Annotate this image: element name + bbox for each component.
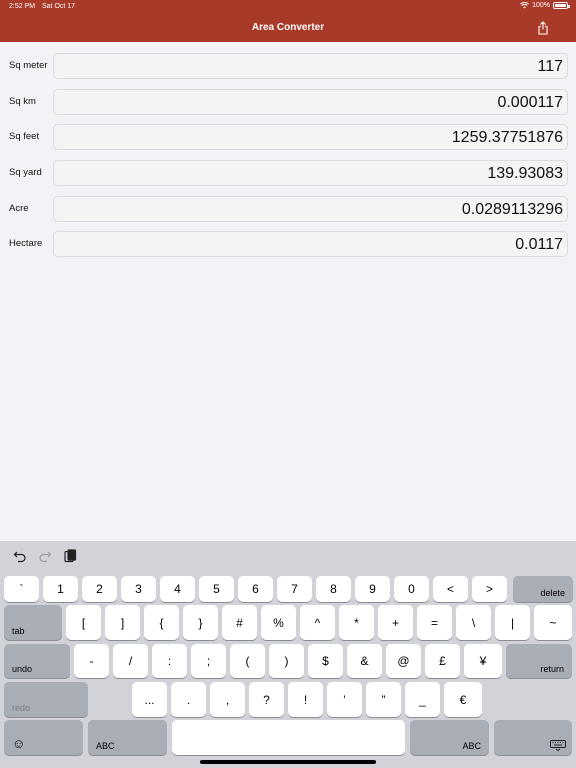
key-pound[interactable]: £: [425, 644, 460, 678]
redo-icon[interactable]: [38, 549, 52, 563]
key-4[interactable]: 4: [160, 576, 195, 602]
row-label: Sq km: [9, 96, 36, 107]
key-caret[interactable]: ^: [300, 605, 335, 640]
key-question[interactable]: ?: [249, 682, 284, 717]
key-close-paren[interactable]: ): [269, 644, 304, 678]
paste-icon[interactable]: [63, 549, 77, 563]
key-tilde[interactable]: ~: [534, 605, 572, 640]
key-close-bracket[interactable]: ]: [105, 605, 140, 640]
key-0[interactable]: 0: [394, 576, 429, 602]
row-label: Sq feet: [9, 131, 40, 142]
key-3[interactable]: 3: [121, 576, 156, 602]
battery-percent: 100%: [532, 2, 550, 9]
row-label: Sq yard: [9, 167, 42, 178]
wifi-icon: [520, 2, 530, 9]
on-screen-keyboard: ` 1 2 3 4 5 6 7 8 9 0 < > delete tab [ ]…: [0, 541, 576, 768]
key-backtick[interactable]: `: [4, 576, 39, 602]
status-bar: 2:52 PM Sat Oct 17 100%: [0, 0, 576, 14]
key-hyphen[interactable]: -: [74, 644, 109, 678]
row-label: Acre: [9, 203, 29, 214]
key-5[interactable]: 5: [199, 576, 234, 602]
key-underscore[interactable]: _: [405, 682, 440, 717]
sq-feet-field[interactable]: 1259.37751876: [53, 124, 568, 150]
key-open-bracket[interactable]: [: [66, 605, 101, 640]
key-colon[interactable]: :: [152, 644, 187, 678]
emoji-key[interactable]: ☺: [4, 720, 83, 755]
page-title: Area Converter: [251, 22, 325, 33]
key-slash[interactable]: /: [113, 644, 148, 678]
key-open-paren[interactable]: (: [230, 644, 265, 678]
row-sq-yard: Sq yard 139.93083: [0, 159, 576, 187]
row-hectare: Hectare 0.0117: [0, 230, 576, 258]
delete-key[interactable]: delete: [513, 576, 573, 602]
key-comma[interactable]: ,: [210, 682, 245, 717]
key-asterisk[interactable]: *: [339, 605, 374, 640]
keyboard-dismiss-icon: [550, 740, 566, 751]
key-euro[interactable]: €: [444, 682, 482, 717]
battery-icon: [553, 2, 570, 9]
key-period[interactable]: .: [171, 682, 206, 717]
tab-key[interactable]: tab: [4, 605, 62, 640]
key-at[interactable]: @: [386, 644, 421, 678]
sq-km-field[interactable]: 0.000117: [53, 89, 568, 115]
abc-key-right[interactable]: ABC: [410, 720, 489, 755]
key-semicolon[interactable]: ;: [191, 644, 226, 678]
key-7[interactable]: 7: [277, 576, 312, 602]
key-exclamation[interactable]: !: [288, 682, 323, 717]
status-date: Sat Oct 17: [42, 3, 76, 10]
share-icon[interactable]: [537, 21, 549, 35]
key-percent[interactable]: %: [261, 605, 296, 640]
abc-key-left[interactable]: ABC: [88, 720, 167, 755]
row-sq-km: Sq km 0.000117: [0, 88, 576, 116]
space-bar[interactable]: [172, 720, 405, 755]
home-indicator: [200, 760, 376, 764]
key-close-brace[interactable]: }: [183, 605, 218, 640]
key-ampersand[interactable]: &: [347, 644, 382, 678]
key-quote[interactable]: ”: [366, 682, 401, 717]
key-less-than[interactable]: <: [433, 576, 468, 602]
key-6[interactable]: 6: [238, 576, 273, 602]
key-1[interactable]: 1: [43, 576, 78, 602]
redo-key[interactable]: redo: [4, 682, 88, 717]
sq-meter-field[interactable]: 117: [53, 53, 568, 79]
row-acre: Acre 0.0289113296: [0, 195, 576, 223]
hectare-field[interactable]: 0.0117: [53, 231, 568, 257]
key-9[interactable]: 9: [355, 576, 390, 602]
status-right: 100%: [520, 2, 570, 9]
key-open-brace[interactable]: {: [144, 605, 179, 640]
row-sq-feet: Sq feet 1259.37751876: [0, 123, 576, 151]
acre-field[interactable]: 0.0289113296: [53, 196, 568, 222]
key-greater-than[interactable]: >: [472, 576, 507, 602]
row-sq-meter: Sq meter 117: [0, 52, 576, 80]
navigation-bar: 2:52 PM Sat Oct 17 100% Area Converter: [0, 0, 576, 42]
keyboard-shortcut-bar: [0, 541, 576, 573]
row-label: Hectare: [9, 238, 43, 249]
key-8[interactable]: 8: [316, 576, 351, 602]
key-2[interactable]: 2: [82, 576, 117, 602]
key-hash[interactable]: #: [222, 605, 257, 640]
row-label: Sq meter: [9, 60, 48, 71]
undo-icon[interactable]: [13, 549, 27, 563]
key-backslash[interactable]: \: [456, 605, 491, 640]
key-equals[interactable]: =: [417, 605, 452, 640]
sq-yard-field[interactable]: 139.93083: [53, 160, 568, 186]
return-key[interactable]: return: [506, 644, 572, 678]
hide-keyboard-key[interactable]: [494, 720, 572, 755]
status-time: 2:52 PM: [9, 3, 36, 10]
key-ellipsis[interactable]: ...: [132, 682, 167, 717]
undo-key[interactable]: undo: [4, 644, 70, 678]
key-plus[interactable]: +: [378, 605, 413, 640]
key-yen[interactable]: ¥: [464, 644, 502, 678]
key-dollar[interactable]: $: [308, 644, 343, 678]
key-pipe[interactable]: |: [495, 605, 530, 640]
key-apostrophe[interactable]: ’: [327, 682, 362, 717]
